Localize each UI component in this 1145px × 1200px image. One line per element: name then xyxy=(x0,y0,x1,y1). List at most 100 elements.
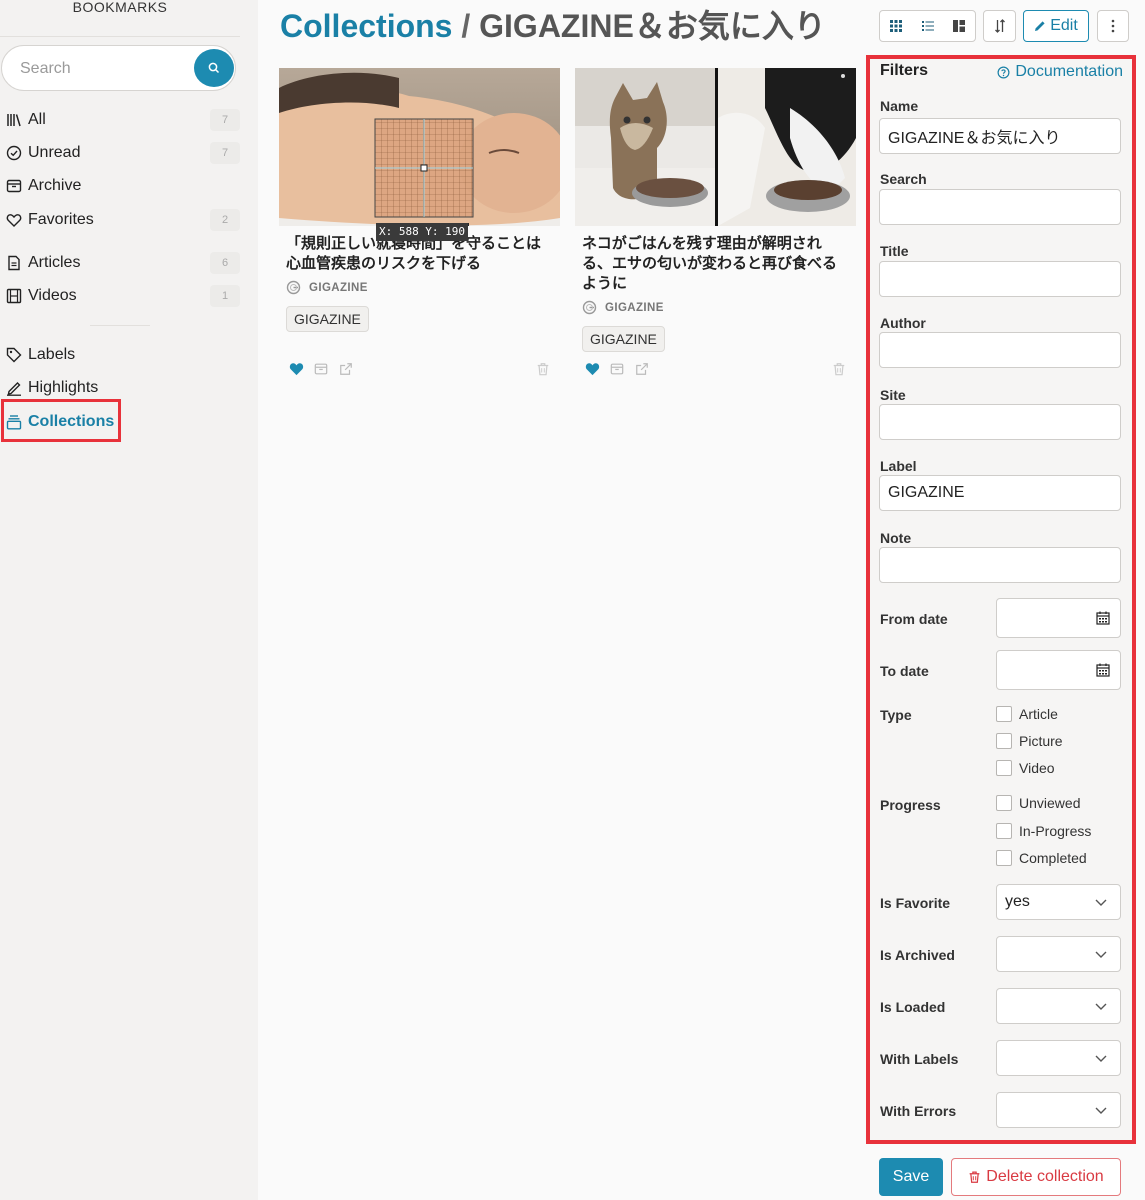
help-circle-icon xyxy=(997,66,1010,79)
count-badge: 6 xyxy=(210,252,240,274)
from-date-input[interactable] xyxy=(996,598,1121,638)
is-favorite-select[interactable]: yes xyxy=(996,884,1121,920)
checkbox-label: Article xyxy=(1019,706,1058,722)
heart-icon xyxy=(5,211,23,229)
sidebar-item-label: Videos xyxy=(28,287,77,304)
library-icon xyxy=(5,111,23,129)
note-input[interactable] xyxy=(879,547,1121,583)
grid-view-button[interactable] xyxy=(880,11,912,41)
sidebar-item-articles[interactable]: Articles 6 xyxy=(5,250,240,276)
search-label: Search xyxy=(880,171,927,187)
title-input[interactable] xyxy=(879,261,1121,297)
sidebar-item-label: Labels xyxy=(28,346,76,363)
progress-in-progress-checkbox[interactable]: In-Progress xyxy=(996,823,1091,839)
sidebar-item-videos[interactable]: Videos 1 xyxy=(5,283,240,309)
delete-collection-label: Delete collection xyxy=(986,1168,1104,1185)
search-icon xyxy=(208,62,220,74)
progress-label: Progress xyxy=(880,797,941,813)
list-view-button[interactable] xyxy=(912,11,944,41)
card-actions xyxy=(288,361,553,379)
favorite-button[interactable] xyxy=(288,361,304,377)
sidebar-item-favorites[interactable]: Favorites 2 xyxy=(5,207,240,233)
sort-button[interactable] xyxy=(983,10,1016,42)
sidebar-divider xyxy=(90,325,150,326)
checkbox-box[interactable] xyxy=(996,823,1012,839)
bookmark-card[interactable]: ネコがごはんを残す理由が解明される、エサの匂いが変わると再び食べるように GIG… xyxy=(575,68,856,376)
open-external-button[interactable] xyxy=(634,361,650,377)
checkbox-label: Unviewed xyxy=(1019,795,1081,811)
type-picture-checkbox[interactable]: Picture xyxy=(996,733,1063,749)
archive-button[interactable] xyxy=(609,361,625,377)
sidebar-item-label: Articles xyxy=(28,254,81,271)
sidebar: BOOKMARKS All 7 Unread 7 Archive Favorit… xyxy=(0,0,258,1200)
checkbox-box[interactable] xyxy=(996,795,1012,811)
filters-panel: Filters Documentation Name Search Title … xyxy=(866,55,1136,1144)
sidebar-item-labels[interactable]: Labels xyxy=(5,342,240,368)
name-label: Name xyxy=(880,98,919,114)
card-label-tag[interactable]: GIGAZINE xyxy=(582,326,665,352)
chevron-down-icon xyxy=(1095,899,1107,906)
mosaic-icon xyxy=(953,20,966,32)
delete-bookmark-button[interactable] xyxy=(831,361,847,377)
label-label: Label xyxy=(880,458,917,474)
pen-icon xyxy=(5,379,23,397)
is-archived-select[interactable] xyxy=(996,936,1121,972)
progress-completed-checkbox[interactable]: Completed xyxy=(996,850,1087,866)
archive-button[interactable] xyxy=(313,361,329,377)
list-icon xyxy=(921,21,934,31)
pencil-icon xyxy=(1035,21,1045,31)
to-date-label: To date xyxy=(880,663,929,679)
search-input[interactable] xyxy=(20,57,180,81)
more-button[interactable] xyxy=(1097,10,1129,42)
with-errors-select[interactable] xyxy=(996,1092,1121,1128)
select-value: yes xyxy=(1005,893,1030,910)
card-label-tag[interactable]: GIGAZINE xyxy=(286,306,369,332)
external-link-icon xyxy=(636,363,648,375)
sidebar-item-highlights[interactable]: Highlights xyxy=(5,375,240,401)
checkbox-box[interactable] xyxy=(996,733,1012,749)
checkbox-box[interactable] xyxy=(996,850,1012,866)
breadcrumb-collections[interactable]: Collections xyxy=(280,8,452,44)
type-video-checkbox[interactable]: Video xyxy=(996,760,1055,776)
chevron-down-icon xyxy=(1095,1003,1107,1010)
card-title[interactable]: ネコがごはんを残す理由が解明される、エサの匂いが変わると再び食べるように xyxy=(582,234,850,294)
checkbox-box[interactable] xyxy=(996,760,1012,776)
is-loaded-select[interactable] xyxy=(996,988,1121,1024)
checkbox-box[interactable] xyxy=(996,706,1012,722)
card-thumbnail[interactable] xyxy=(279,68,560,226)
progress-unviewed-checkbox[interactable]: Unviewed xyxy=(996,795,1080,811)
bookmark-card[interactable]: 「規則正しい就寝時間」を守ることは心血管疾患のリスクを下げる X: 588 Y:… xyxy=(279,68,560,376)
to-date-input[interactable] xyxy=(996,650,1121,690)
with-labels-select[interactable] xyxy=(996,1040,1121,1076)
sidebar-item-all[interactable]: All 7 xyxy=(5,107,240,133)
author-label: Author xyxy=(880,315,926,331)
checkbox-label: Completed xyxy=(1019,850,1087,866)
label-input[interactable] xyxy=(879,475,1121,511)
site-input[interactable] xyxy=(879,404,1121,440)
sidebar-item-archive[interactable]: Archive xyxy=(5,173,240,199)
edit-button[interactable]: Edit xyxy=(1023,10,1089,42)
search-button[interactable] xyxy=(194,49,234,87)
film-icon xyxy=(5,287,23,305)
author-input[interactable] xyxy=(879,332,1121,368)
card-thumbnail-image xyxy=(279,68,560,226)
save-button[interactable]: Save xyxy=(879,1158,943,1196)
documentation-link[interactable]: Documentation xyxy=(997,63,1123,81)
type-article-checkbox[interactable]: Article xyxy=(996,706,1058,722)
count-badge: 7 xyxy=(210,109,240,131)
sidebar-item-label: Favorites xyxy=(28,211,94,228)
search-filter-input[interactable] xyxy=(879,189,1121,225)
sidebar-item-unread[interactable]: Unread 7 xyxy=(5,140,240,166)
delete-collection-button[interactable]: Delete collection xyxy=(951,1158,1121,1196)
name-input[interactable] xyxy=(879,118,1121,154)
breadcrumb-separator: / xyxy=(461,8,471,44)
title-label: Title xyxy=(880,243,909,259)
delete-bookmark-button[interactable] xyxy=(535,361,551,377)
checkbox-label: Picture xyxy=(1019,733,1063,749)
trash-icon xyxy=(968,1170,981,1184)
open-external-button[interactable] xyxy=(338,361,354,377)
checkbox-label: Video xyxy=(1019,760,1055,776)
favorite-button[interactable] xyxy=(584,361,600,377)
card-thumbnail[interactable] xyxy=(575,68,856,226)
mosaic-view-button[interactable] xyxy=(943,11,975,41)
